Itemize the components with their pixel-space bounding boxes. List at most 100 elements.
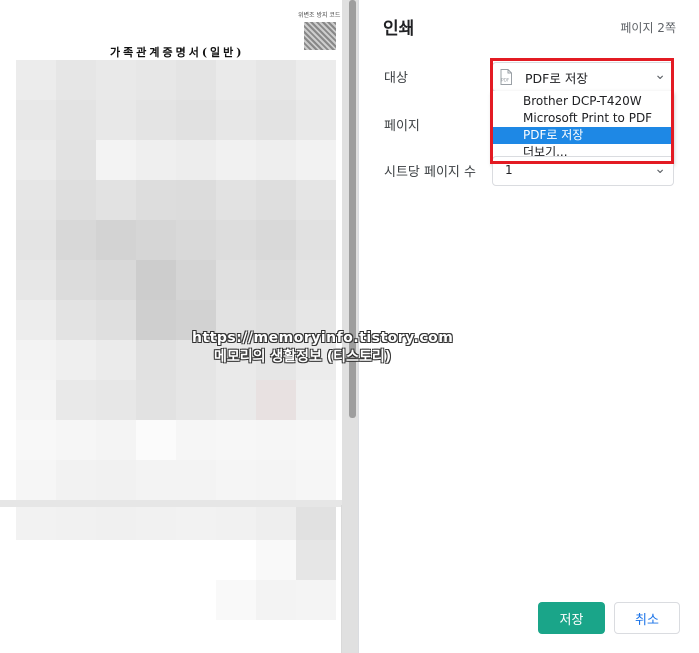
mosaic-cell [256,180,296,220]
mosaic-cell [96,580,136,620]
mosaic-cell [256,220,296,260]
mosaic-cell [16,60,56,100]
mosaic-cell [216,60,256,100]
mosaic-cell [216,100,256,140]
mosaic-cell [216,140,256,180]
destination-label: 대상 [384,71,408,86]
mosaic-cell [16,460,56,500]
mosaic-cell [16,380,56,420]
mosaic-cell [56,300,96,340]
mosaic-cell [216,260,256,300]
mosaic-cell [56,580,96,620]
watermark-caption: 메모리의 생활정보 (티스토리) [214,349,392,365]
mosaic-cell [296,540,336,580]
mosaic-cell [136,340,176,380]
mosaic-cell [136,300,176,340]
mosaic-cell [216,380,256,420]
mosaic-cell [16,420,56,460]
mosaic-cell [56,180,96,220]
mosaic-cell [296,380,336,420]
mosaic-cell [216,180,256,220]
mosaic-cell [16,180,56,220]
mosaic-cell [176,180,216,220]
mosaic-cell [16,260,56,300]
mosaic-cell [136,380,176,420]
mosaic-cell [96,460,136,500]
print-preview: 위변조 방지 코드 가족관계증명서(일반) [0,0,358,653]
mosaic-cell [176,60,216,100]
mosaic-cell [296,100,336,140]
mosaic-cell [136,100,176,140]
mosaic-cell [136,220,176,260]
mosaic-cell [56,420,96,460]
mosaic-cell [256,60,296,100]
mosaic-cell [136,460,176,500]
mosaic-cell [176,540,216,580]
mosaic-cell [56,100,96,140]
mosaic-cell [136,580,176,620]
mosaic-cell [56,60,96,100]
mosaic-cell [256,540,296,580]
mosaic-cell [96,220,136,260]
mosaic-cell [296,220,336,260]
mosaic-cell [296,60,336,100]
annotation-highlight-box [490,58,674,164]
mosaic-cell [256,420,296,460]
mosaic-cell [296,140,336,180]
mosaic-cell [256,100,296,140]
mosaic-cell [56,340,96,380]
save-button[interactable]: 저장 [538,602,605,634]
mosaic-cell [256,380,296,420]
cancel-button[interactable]: 취소 [614,602,680,634]
mosaic-cell [96,140,136,180]
pages-per-sheet-value: 1 [505,163,513,177]
document-title: 가족관계증명서(일반) [110,46,245,59]
mosaic-cell [256,260,296,300]
mosaic-cell [96,420,136,460]
mosaic-cell [56,140,96,180]
mosaic-cell [56,380,96,420]
mosaic-cell [176,100,216,140]
page-count: 페이지 2쪽 [620,21,676,35]
qr-code-image [304,22,336,50]
watermark-url: https://memoryinfo.tistory.com [192,330,454,346]
mosaic-cell [216,540,256,580]
mosaic-cell [256,580,296,620]
mosaic-cell [16,300,56,340]
mosaic-cell [56,260,96,300]
mosaic-cell [56,460,96,500]
mosaic-cell [296,420,336,460]
page-break [0,500,358,507]
mosaic-cell [136,540,176,580]
mosaic-cell [216,220,256,260]
mosaic-cell [176,260,216,300]
mosaic-cell [16,340,56,380]
mosaic-cell [256,140,296,180]
mosaic-cell [16,220,56,260]
mosaic-cell [96,60,136,100]
mosaic-cell [296,580,336,620]
mosaic-cell [176,460,216,500]
mosaic-cell [96,540,136,580]
mosaic-cell [136,420,176,460]
mosaic-cell [216,460,256,500]
mosaic-cell [136,180,176,220]
mosaic-cell [256,460,296,500]
mosaic-cell [136,140,176,180]
mosaic-cell [16,100,56,140]
mosaic-cell [96,300,136,340]
mosaic-cell [296,180,336,220]
mosaic-cell [16,580,56,620]
dialog-title: 인쇄 [383,19,415,39]
mosaic-cell [96,180,136,220]
mosaic-cell [176,380,216,420]
mosaic-cell [16,540,56,580]
mosaic-cell [176,220,216,260]
mosaic-cell [56,220,96,260]
mosaic-cell [216,420,256,460]
qr-caption: 위변조 방지 코드 [298,12,341,19]
pages-label: 페이지 [384,119,420,134]
mosaic-cell [56,540,96,580]
mosaic-cell [176,340,216,380]
mosaic-cell [96,340,136,380]
